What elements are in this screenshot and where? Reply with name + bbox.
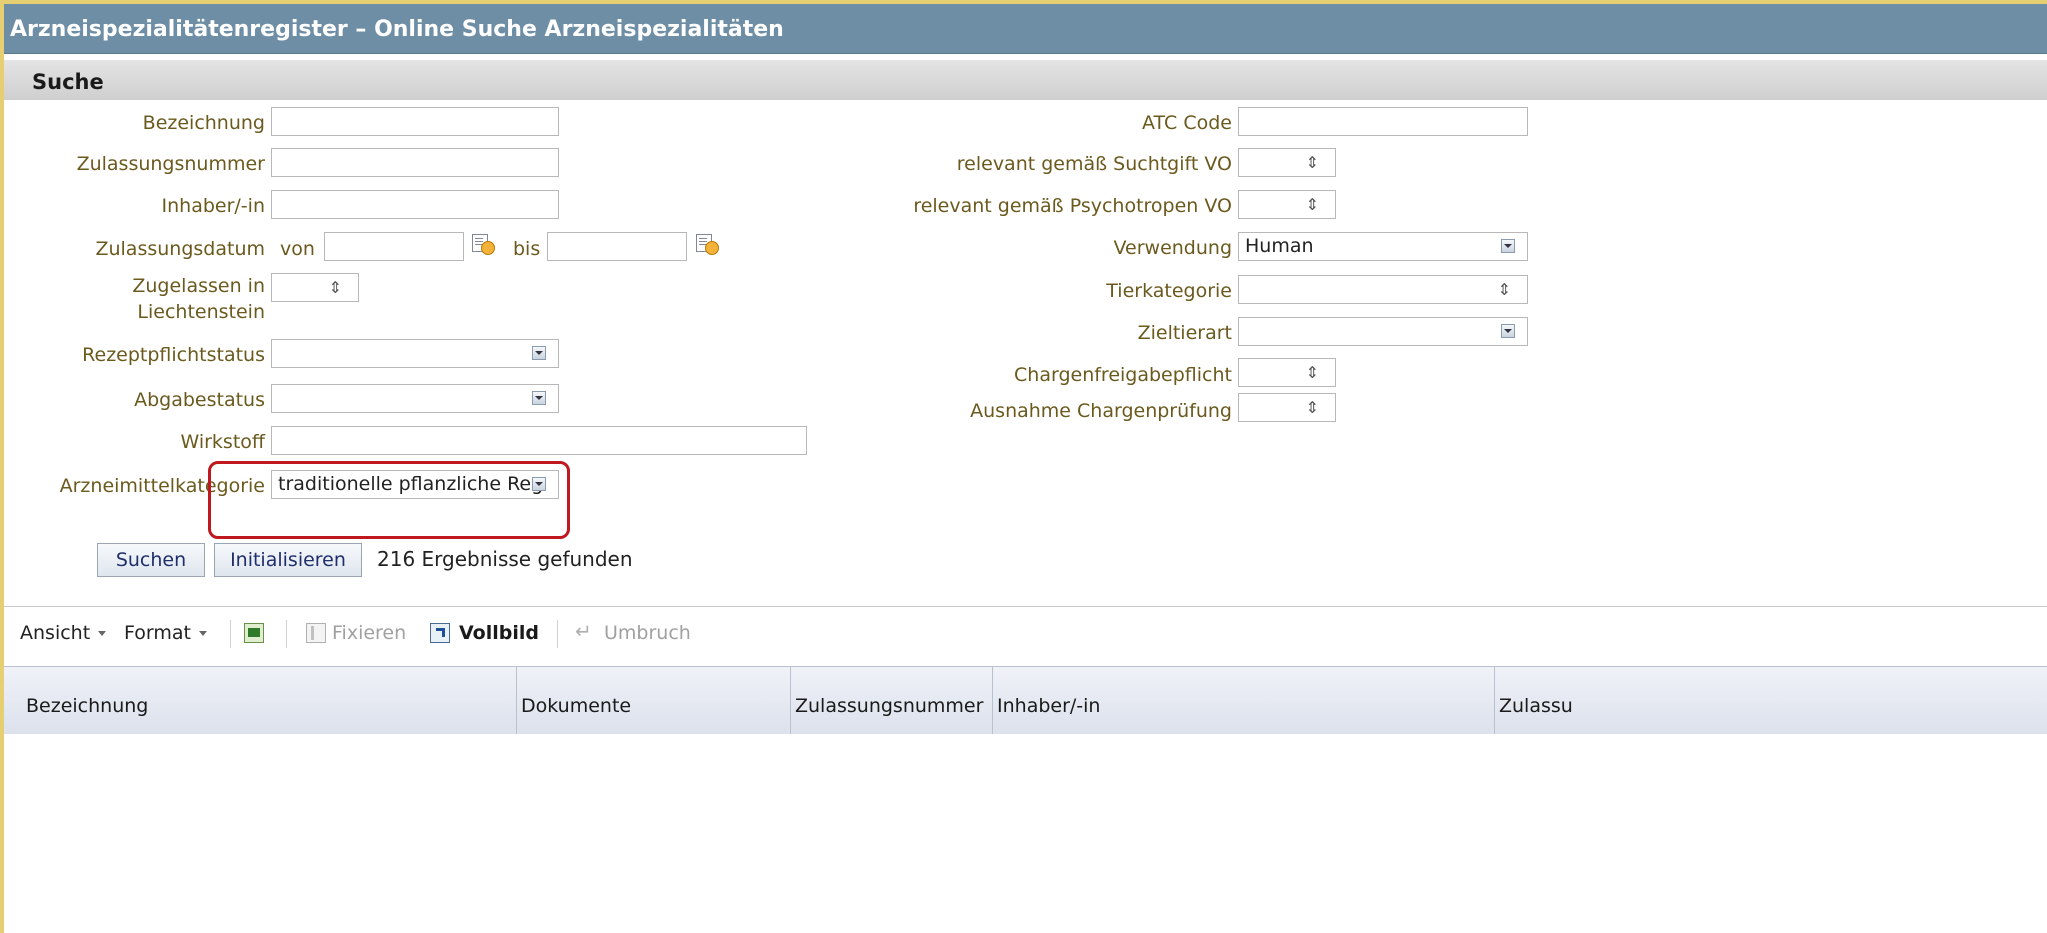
calendar-to-icon[interactable] <box>696 234 720 256</box>
result-count: 216 Ergebnisse gefunden <box>377 547 633 571</box>
caret-down-icon <box>98 631 107 636</box>
wirkstoff-label: Wirkstoff <box>180 431 265 453</box>
umbruch-button[interactable]: Umbruch <box>604 622 691 644</box>
wrap-icon <box>575 619 597 643</box>
ansicht-menu[interactable]: Ansicht <box>20 622 107 644</box>
rezeptpflichtstatus-label: Rezeptpflichtstatus <box>82 344 265 366</box>
spinner-icon: ⇕ <box>1305 363 1319 382</box>
tierkategorie-select[interactable]: ⇕ <box>1238 275 1528 304</box>
toolbar-separator <box>286 620 287 648</box>
zulassungsnummer-input[interactable] <box>271 148 559 177</box>
calendar-from-icon[interactable] <box>472 234 496 256</box>
zulassungsnummer-label: Zulassungsnummer <box>76 153 265 175</box>
zugelassen-select[interactable]: ⇕ <box>271 273 359 302</box>
verwendung-label: Verwendung <box>1113 237 1233 259</box>
dropdown-arrow-icon <box>532 391 546 405</box>
toolbar-divider <box>4 606 2047 607</box>
results-table-header: Bezeichnung Dokumente Zulassungsnummer I… <box>4 666 2047 734</box>
psychotropen-label: relevant gemäß Psychotropen VO <box>913 195 1232 217</box>
search-button[interactable]: Suchen <box>97 543 205 577</box>
fullscreen-icon <box>430 623 450 643</box>
date-to-input[interactable] <box>547 232 687 261</box>
column-header-bezeichnung[interactable]: Bezeichnung <box>22 667 517 734</box>
rezeptpflichtstatus-select[interactable] <box>271 339 559 368</box>
reset-button[interactable]: Initialisieren <box>214 543 362 577</box>
page-title: Arzneispezialitätenregister – Online Suc… <box>4 4 2047 54</box>
zieltierart-label: Zieltierart <box>1137 322 1232 344</box>
wirkstoff-input[interactable] <box>271 426 807 455</box>
fixieren-button[interactable]: Fixieren <box>332 622 406 644</box>
verwendung-select[interactable]: Human <box>1238 232 1528 261</box>
chargenfreigabepflicht-label: Chargenfreigabepflicht <box>1014 364 1232 386</box>
zieltierart-select[interactable] <box>1238 317 1528 346</box>
column-header-inhaber[interactable]: Inhaber/-in <box>993 667 1495 734</box>
abgabestatus-select[interactable] <box>271 384 559 413</box>
format-label: Format <box>124 622 191 644</box>
spinner-icon: ⇕ <box>1305 398 1319 417</box>
spinner-icon: ⇕ <box>328 278 342 297</box>
dropdown-arrow-icon <box>1501 324 1515 338</box>
toolbar-separator <box>230 620 231 648</box>
psychotropen-select[interactable]: ⇕ <box>1238 190 1336 219</box>
excel-export-icon[interactable] <box>244 623 264 643</box>
atc-label: ATC Code <box>1142 112 1232 134</box>
von-label: von <box>280 238 315 260</box>
column-header-zulassungsnummer[interactable]: Zulassungsnummer <box>791 667 993 734</box>
ausnahme-select[interactable]: ⇕ <box>1238 393 1336 422</box>
ausnahme-label: Ausnahme Chargenprüfung <box>970 400 1232 422</box>
dropdown-arrow-icon <box>1501 239 1515 253</box>
inhaber-label: Inhaber/-in <box>161 195 265 217</box>
bezeichnung-label: Bezeichnung <box>142 112 265 134</box>
verwendung-value: Human <box>1245 235 1314 257</box>
section-header: Suche <box>4 60 2047 100</box>
atc-input[interactable] <box>1238 107 1528 136</box>
spinner-icon: ⇕ <box>1497 280 1511 299</box>
abgabestatus-label: Abgabestatus <box>134 389 265 411</box>
spinner-icon: ⇕ <box>1305 195 1319 214</box>
column-header-dokumente[interactable]: Dokumente <box>517 667 791 734</box>
suchtgift-label: relevant gemäß Suchtgift VO <box>956 153 1232 175</box>
bezeichnung-input[interactable] <box>271 107 559 136</box>
spinner-icon: ⇕ <box>1305 153 1319 172</box>
toolbar-separator <box>557 620 558 648</box>
page-frame-left <box>0 0 4 933</box>
zugelassen-label: Zugelassen in Liechtenstein <box>132 275 265 323</box>
ansicht-label: Ansicht <box>20 622 91 644</box>
caret-down-icon <box>198 631 207 636</box>
vollbild-button[interactable]: Vollbild <box>459 622 539 644</box>
date-from-input[interactable] <box>324 232 464 261</box>
highlight-annotation <box>208 461 570 539</box>
inhaber-input[interactable] <box>271 190 559 219</box>
bis-label: bis <box>513 238 541 260</box>
dropdown-arrow-icon <box>532 346 546 360</box>
format-menu[interactable]: Format <box>124 622 207 644</box>
tierkategorie-label: Tierkategorie <box>1106 280 1232 302</box>
suchtgift-select[interactable]: ⇕ <box>1238 148 1336 177</box>
column-header-zulassungsdatum[interactable]: Zulassu <box>1495 667 2047 734</box>
freeze-icon <box>306 623 326 643</box>
chargenfreigabepflicht-select[interactable]: ⇕ <box>1238 358 1336 387</box>
zulassungsdatum-label: Zulassungsdatum <box>95 238 265 260</box>
